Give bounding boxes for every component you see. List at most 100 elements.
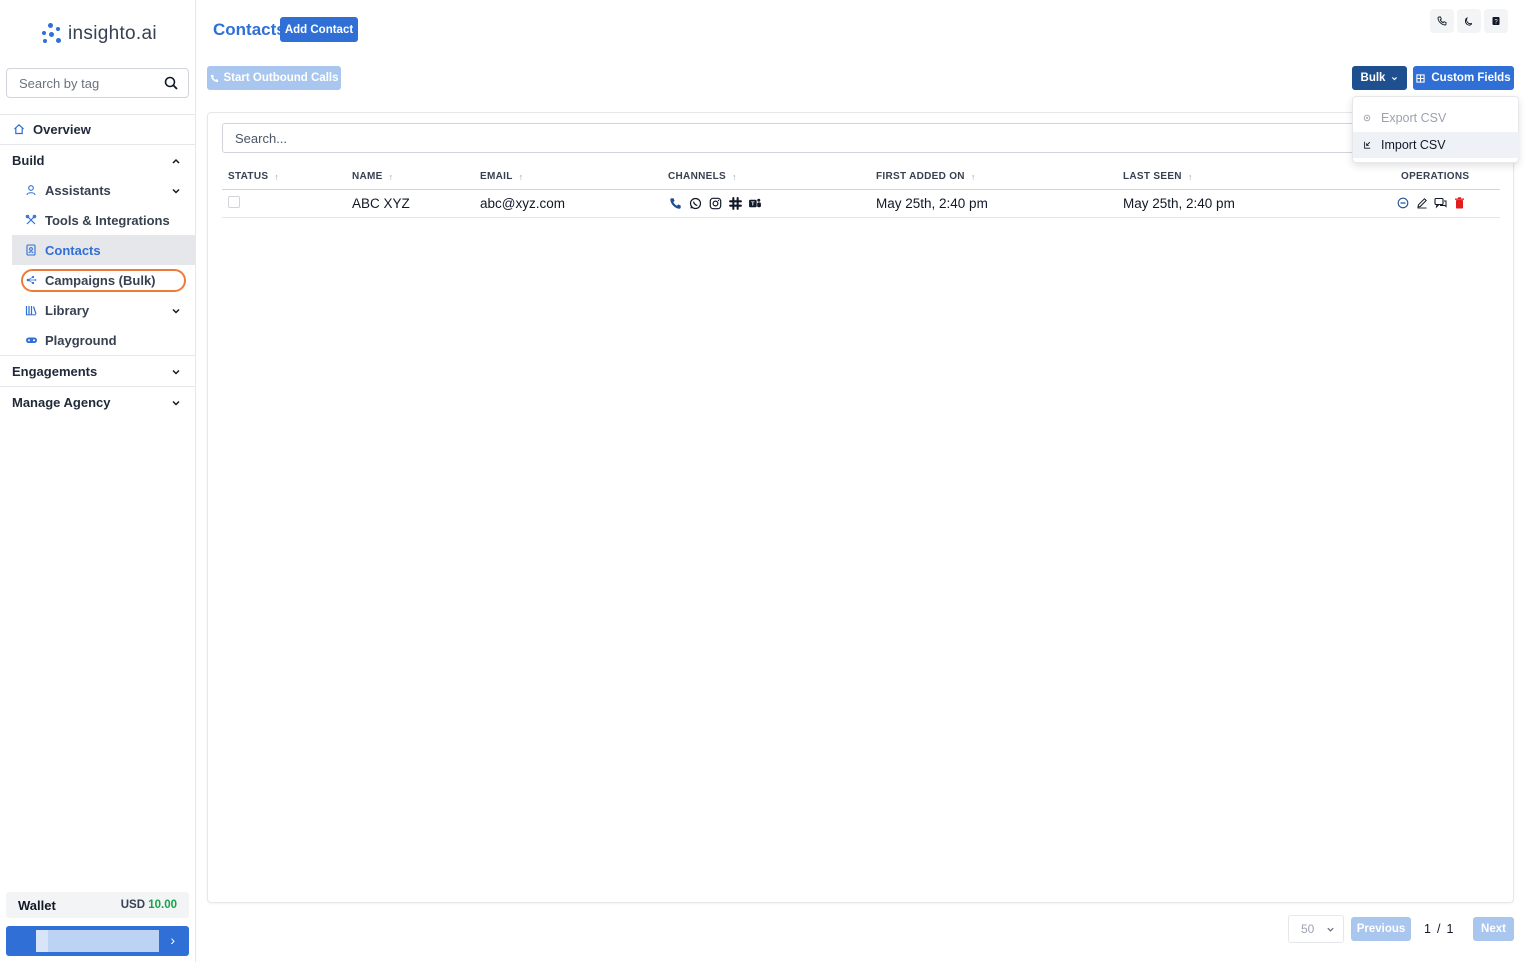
sidebar-item-label: Assistants [45, 182, 111, 198]
table-search-input[interactable] [235, 130, 635, 146]
block-icon[interactable] [1396, 196, 1409, 210]
start-outbound-calls-button[interactable]: Start Outbound Calls [207, 66, 341, 90]
column-header-last-seen[interactable]: LAST SEEN ↑ [1123, 171, 1193, 182]
sort-arrow-icon: ↑ [970, 171, 976, 182]
wallet-amount: 10.00 [148, 899, 177, 911]
sidebar-section-manage-agency[interactable]: Manage Agency [12, 387, 195, 417]
cell-last-seen: May 25th, 2:40 pm [1123, 196, 1235, 211]
column-header-status[interactable]: STATUS ↑ [228, 171, 279, 182]
phone-icon [210, 74, 218, 82]
tag-search [6, 68, 189, 98]
logo[interactable]: insighto.ai [40, 20, 157, 48]
sidebar-section-engagements[interactable]: Engagements [12, 356, 195, 386]
sidebar-item-label: Library [45, 302, 90, 318]
chevron-down-icon [171, 304, 181, 314]
column-header-label: EMAIL [480, 171, 513, 182]
custom-fields-button[interactable]: Custom Fields [1413, 66, 1514, 90]
column-header-email[interactable]: EMAIL ↑ [480, 171, 523, 182]
page-size-select[interactable]: 50 [1288, 915, 1344, 943]
sort-arrow-icon: ↑ [518, 171, 524, 182]
sidebar-item-label: Tools & Integrations [45, 212, 170, 228]
wallet-label: Wallet [18, 897, 56, 913]
chat-icon[interactable] [1434, 196, 1447, 210]
column-header-label: STATUS [228, 171, 269, 182]
sort-arrow-icon: ↑ [388, 171, 394, 182]
app-root: insighto.ai Overview Build [0, 0, 1526, 962]
sidebar-item-label: Playground [45, 332, 117, 348]
next-page-button[interactable]: Next [1473, 917, 1514, 941]
instagram-icon[interactable] [708, 196, 722, 210]
column-header-operations: OPERATIONS [1401, 171, 1469, 182]
phone-call-button[interactable] [1430, 9, 1454, 33]
search-icon[interactable] [164, 76, 178, 90]
page-title: Contacts [213, 20, 286, 39]
chevron-down-icon [171, 396, 181, 406]
chevron-down-icon [1327, 927, 1334, 932]
sidebar-item-label: Overview [33, 121, 91, 137]
bulk-dropdown-button[interactable]: Bulk [1352, 66, 1407, 90]
grid-icon [1416, 73, 1426, 83]
sidebar-section-label: Engagements [12, 363, 98, 379]
column-header-label: NAME [352, 171, 383, 182]
delete-icon[interactable] [1453, 196, 1466, 210]
column-header-name[interactable]: NAME ↑ [352, 171, 393, 182]
logo-text: insighto.ai [68, 23, 157, 44]
home-icon [12, 122, 26, 136]
account-switcher-button[interactable]: › [6, 926, 189, 956]
chevron-down-icon [171, 184, 181, 194]
cell-name: ABC XYZ [352, 196, 410, 211]
bulk-dropdown-menu: Export CSV Import CSV [1352, 96, 1520, 163]
table-search [222, 123, 1512, 153]
phone-icon [1437, 16, 1447, 26]
sort-arrow-icon: ↑ [274, 171, 280, 182]
previous-page-button[interactable]: Previous [1351, 917, 1411, 941]
sidebar-section-label: Build [12, 152, 45, 168]
tag-search-input[interactable] [19, 75, 159, 91]
column-header-first-added[interactable]: FIRST ADDED ON ↑ [876, 171, 976, 182]
column-header-label: FIRST ADDED ON [876, 171, 965, 182]
start-outbound-calls-label: Start Outbound Calls [223, 72, 339, 84]
import-csv-label: Import CSV [1381, 138, 1446, 152]
table-header-divider [222, 189, 1500, 190]
highlight-annotation [21, 269, 186, 292]
export-icon [1363, 114, 1371, 122]
whatsapp-icon[interactable] [688, 196, 702, 210]
chevron-down-icon [171, 365, 181, 375]
table-row-divider [222, 217, 1500, 218]
export-csv-menu-item[interactable]: Export CSV [1353, 105, 1520, 131]
current-page: 1 [1424, 922, 1431, 936]
library-icon [24, 303, 38, 317]
phone-icon[interactable] [668, 196, 682, 210]
sidebar-section-build[interactable]: Build [12, 145, 195, 175]
custom-fields-label: Custom Fields [1431, 72, 1511, 84]
svg-text:T: T [751, 201, 755, 207]
sidebar-item-library[interactable]: Library [12, 295, 195, 325]
dark-mode-toggle[interactable] [1457, 9, 1481, 33]
add-contact-button[interactable]: Add Contact [280, 17, 358, 42]
page-indicator: 1 / 1 [1424, 922, 1453, 936]
teams-icon[interactable]: T [748, 196, 762, 210]
export-csv-label: Export CSV [1381, 111, 1447, 125]
import-csv-menu-item[interactable]: Import CSV [1353, 132, 1520, 158]
sort-arrow-icon: ↑ [1187, 171, 1193, 182]
sidebar-item-contacts[interactable]: Contacts [12, 235, 195, 265]
sidebar-item-playground[interactable]: Playground [12, 325, 195, 355]
help-button[interactable]: ? [1484, 9, 1508, 33]
sidebar-item-tools[interactable]: Tools & Integrations [12, 205, 195, 235]
sidebar-item-assistants[interactable]: Assistants [12, 175, 195, 205]
chevron-down-icon [1392, 76, 1398, 80]
user-icon [24, 183, 38, 197]
sidebar-item-overview[interactable]: Overview [12, 114, 195, 144]
row-select-checkbox[interactable] [228, 196, 240, 208]
sidebar: insighto.ai Overview Build [0, 0, 196, 962]
slack-icon[interactable] [728, 196, 742, 210]
edit-icon[interactable] [1415, 196, 1428, 210]
contacts-card [207, 112, 1514, 903]
gamepad-icon [24, 333, 38, 347]
sort-arrow-icon: ↑ [731, 171, 737, 182]
wallet-currency: USD [120, 899, 146, 911]
tools-icon [24, 213, 38, 227]
bulk-label: Bulk [1360, 72, 1386, 84]
wallet-balance: USD 10.00 [121, 899, 177, 911]
column-header-channels[interactable]: CHANNELS ↑ [668, 171, 737, 182]
